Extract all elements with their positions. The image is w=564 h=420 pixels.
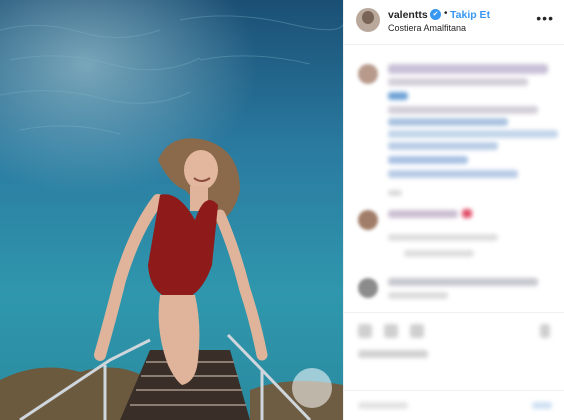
commenter-avatar (358, 210, 378, 230)
comment-text (388, 278, 538, 286)
separator-dot: • (444, 8, 448, 19)
location-link[interactable]: Costiera Amalfitana (388, 23, 466, 33)
caption-line (388, 64, 548, 74)
likes-count (358, 350, 428, 358)
like-icon[interactable] (358, 324, 372, 338)
comment-meta (388, 234, 498, 241)
commenter-avatar (358, 64, 378, 84)
divider (344, 390, 564, 391)
caption-line (388, 170, 518, 178)
caption-meta (388, 190, 402, 196)
caption-line (388, 130, 558, 138)
caption-line (388, 78, 528, 86)
avatar[interactable] (356, 8, 380, 32)
commenter-avatar (358, 278, 378, 298)
post-image (0, 0, 343, 420)
post-header: valentts ✔ • Takip Et Costiera Amalfitan… (344, 0, 564, 45)
caption-line (388, 92, 408, 100)
comment-meta (404, 250, 474, 257)
follow-button[interactable]: Takip Et (450, 9, 490, 21)
caption-line (388, 156, 468, 164)
add-comment-input[interactable] (358, 402, 408, 409)
caption-line (388, 118, 508, 126)
comment-icon[interactable] (384, 324, 398, 338)
username-link[interactable]: valentts (388, 9, 428, 21)
verified-icon: ✔ (430, 9, 441, 20)
post-comment-button[interactable] (532, 402, 552, 409)
caption-line (388, 106, 538, 114)
post-sidebar: valentts ✔ • Takip Et Costiera Amalfitan… (343, 0, 564, 420)
divider (344, 312, 564, 313)
comment-text (388, 210, 458, 218)
comment-heart (462, 209, 472, 218)
comment-text (388, 292, 448, 299)
caption-line (388, 142, 498, 150)
share-icon[interactable] (410, 324, 424, 338)
post-photo[interactable] (0, 0, 343, 420)
save-icon[interactable] (540, 324, 550, 338)
more-icon[interactable]: ••• (536, 10, 554, 26)
